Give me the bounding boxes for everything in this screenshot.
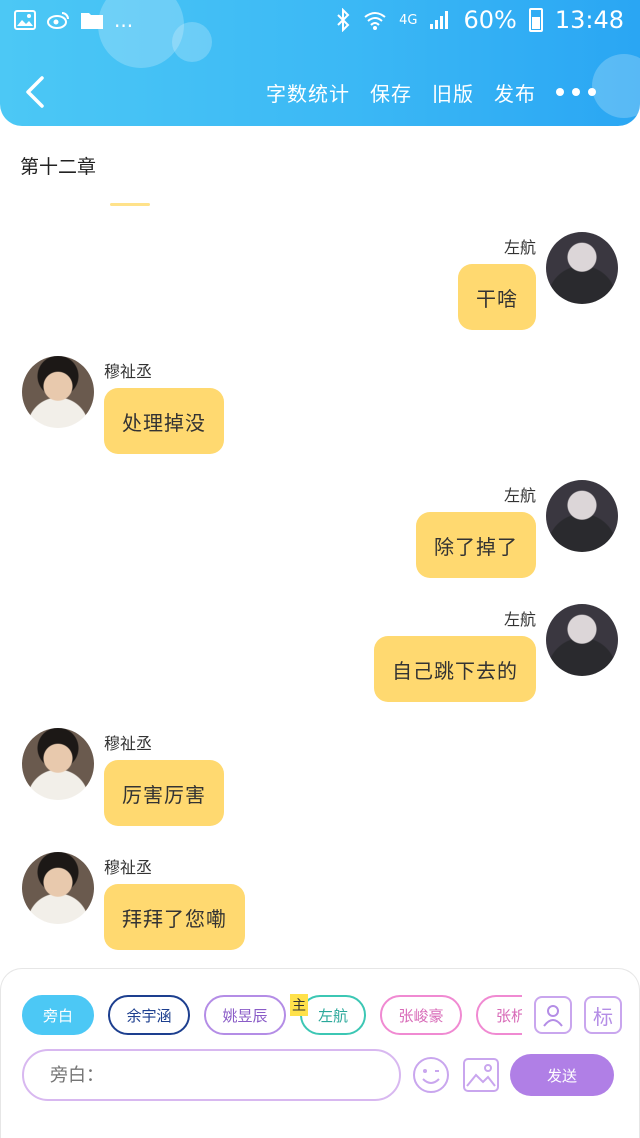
battery-icon: [528, 8, 543, 32]
image-icon: [463, 1058, 499, 1092]
message-bubble[interactable]: 干啥: [458, 264, 536, 330]
smiley-icon: [413, 1057, 449, 1093]
avatar[interactable]: [546, 232, 618, 304]
old-version-button[interactable]: 旧版: [432, 78, 474, 107]
main-role-tag: 主: [290, 994, 308, 1016]
folder-icon: [80, 10, 104, 30]
emoji-button[interactable]: [412, 1056, 450, 1094]
top-header: ... 4G 60% 13:48 字数统计 保存 旧版 发布: [0, 0, 640, 126]
gallery-icon: [14, 10, 36, 30]
speaker-name: 穆祉丞: [104, 734, 153, 753]
status-more-text: ...: [114, 8, 134, 32]
back-button[interactable]: [22, 74, 52, 110]
weibo-icon: [46, 10, 70, 30]
speaker-name: 左航: [503, 486, 536, 505]
role-selector: 旁白 余宇涵 姚昱辰 左航 张峻豪 张析: [22, 995, 522, 1037]
role-chip[interactable]: 余宇涵: [108, 995, 190, 1035]
status-bar: ... 4G 60% 13:48: [0, 0, 640, 44]
avatar[interactable]: [22, 852, 94, 924]
chevron-left-icon: [26, 76, 44, 108]
chapter-underline: [110, 203, 150, 206]
signal-icon: [429, 10, 451, 30]
word-count-button[interactable]: 字数统计: [266, 78, 350, 107]
role-chip-narration[interactable]: 旁白: [22, 995, 94, 1035]
avatar[interactable]: [546, 604, 618, 676]
message-bubble[interactable]: 除了掉了: [416, 512, 536, 578]
speaker-name: 穆祉丞: [104, 362, 153, 381]
avatar[interactable]: [22, 728, 94, 800]
message-bubble[interactable]: 拜拜了您嘞: [104, 884, 245, 950]
more-dot-icon: [588, 88, 596, 96]
battery-percent: 60%: [463, 6, 517, 34]
role-chip[interactable]: 姚昱辰: [204, 995, 286, 1035]
bluetooth-icon: [335, 8, 351, 32]
more-dot-icon: [572, 88, 580, 96]
send-button[interactable]: 发送: [510, 1054, 614, 1096]
message-bubble[interactable]: 自己跳下去的: [374, 636, 536, 702]
network-type: 4G: [399, 12, 418, 28]
publish-button[interactable]: 发布: [494, 78, 536, 107]
save-button[interactable]: 保存: [370, 78, 412, 107]
avatar[interactable]: [546, 480, 618, 552]
message-bubble[interactable]: 厉害厉害: [104, 760, 224, 826]
more-button[interactable]: [556, 88, 596, 96]
role-chip[interactable]: 左航: [300, 995, 366, 1035]
wifi-icon: [363, 9, 387, 31]
tag-button[interactable]: 标: [584, 996, 622, 1034]
more-dot-icon: [556, 88, 564, 96]
chapter-title: 第十二章: [20, 156, 97, 178]
speaker-name: 左航: [503, 610, 536, 629]
role-chip[interactable]: 张峻豪: [380, 995, 462, 1035]
message-input[interactable]: [22, 1049, 401, 1101]
clock: 13:48: [554, 6, 624, 34]
decor-bubble: [592, 54, 640, 118]
speaker-name: 左航: [503, 238, 536, 257]
person-icon: [543, 1005, 563, 1027]
avatar[interactable]: [22, 356, 94, 428]
role-manage-button[interactable]: [534, 996, 572, 1034]
image-button[interactable]: [462, 1056, 500, 1094]
speaker-name: 穆祉丞: [104, 858, 153, 877]
role-chip[interactable]: 张析: [476, 995, 522, 1035]
message-bubble[interactable]: 处理掉没: [104, 388, 224, 454]
